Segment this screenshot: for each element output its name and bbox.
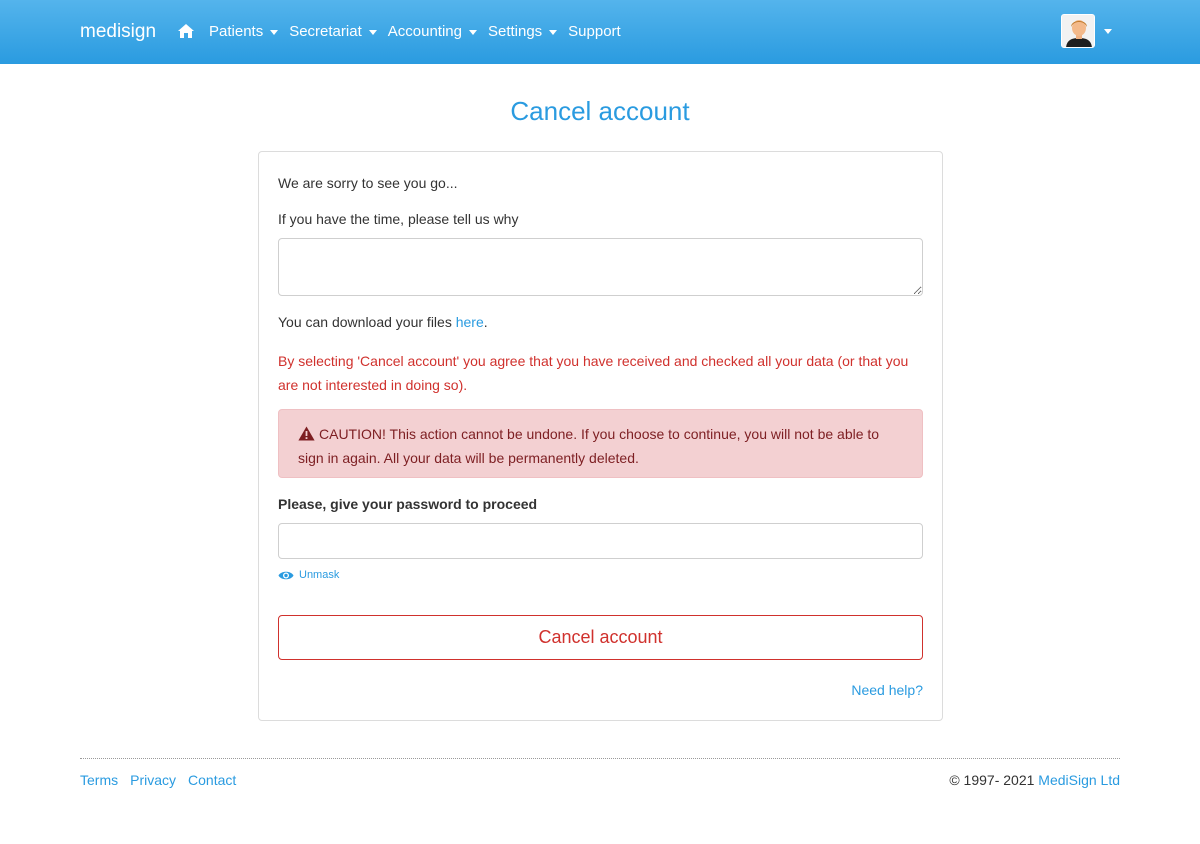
company-link[interactable]: MediSign Ltd <box>1038 772 1120 788</box>
nav-item-label: Accounting <box>387 23 462 40</box>
nav-item-accounting[interactable]: Accounting <box>388 23 477 41</box>
chevron-down-icon <box>368 29 377 35</box>
copyright-text: © 1997- 2021 <box>949 772 1039 788</box>
footer-divider <box>80 758 1120 759</box>
page-title: Cancel account <box>510 96 690 126</box>
agreement-text: By selecting 'Cancel account' you agree … <box>278 353 909 393</box>
footer-link-privacy[interactable]: Privacy <box>130 770 176 790</box>
nav-item-label: Settings <box>487 23 543 40</box>
unmask-toggle[interactable]: Unmask <box>278 568 339 582</box>
nav-item-label: Patients <box>209 23 264 40</box>
nav-item-label: Secretariat <box>289 23 362 40</box>
nav-item-settings[interactable]: Settings <box>487 23 558 41</box>
warning-triangle-icon <box>298 426 315 441</box>
footer-link-contact[interactable]: Contact <box>188 770 236 790</box>
chevron-down-icon <box>549 29 558 35</box>
footer-links: Terms Privacy Contact <box>80 770 248 790</box>
chevron-down-icon <box>468 29 477 35</box>
user-menu[interactable] <box>1061 14 1112 48</box>
password-field[interactable] <box>278 523 923 559</box>
download-label: You can download your files <box>278 314 456 330</box>
cancel-account-card: We are sorry to see you go... If you hav… <box>258 151 943 721</box>
footer-link-terms[interactable]: Terms <box>80 770 118 790</box>
caution-text: CAUTION! This action cannot be undone. I… <box>298 426 880 466</box>
cancel-account-button[interactable]: Cancel account <box>278 615 923 660</box>
nav-item-patients[interactable]: Patients <box>209 23 279 41</box>
home-icon[interactable] <box>177 23 195 39</box>
user-avatar-icon[interactable] <box>1061 14 1095 48</box>
copyright: © 1997- 2021 MediSign Ltd <box>949 770 1120 790</box>
top-navbar: medisign Patients Secretariat Accounting… <box>0 0 1200 64</box>
reason-textarea[interactable] <box>278 238 923 296</box>
chevron-down-icon <box>270 29 279 35</box>
eye-icon <box>278 571 294 579</box>
download-files-link[interactable]: here <box>456 314 484 330</box>
download-text: You can download your files here. <box>278 312 488 332</box>
nav-item-secretariat[interactable]: Secretariat <box>289 23 377 41</box>
sorry-text: We are sorry to see you go... <box>278 175 458 191</box>
chevron-down-icon <box>1104 28 1112 34</box>
nav-item-support[interactable]: Support <box>568 23 621 41</box>
caution-alert: CAUTION! This action cannot be undone. I… <box>278 409 923 478</box>
brand-logo[interactable]: medisign <box>80 20 156 44</box>
password-label: Please, give your password to proceed <box>278 496 538 512</box>
reason-label: If you have the time, please tell us why <box>278 211 519 227</box>
download-suffix: . <box>483 314 488 330</box>
unmask-label: Unmask <box>299 569 340 581</box>
main-nav: Patients Secretariat Accounting Settings… <box>177 22 632 42</box>
nav-item-label: Support <box>568 23 621 40</box>
need-help-link[interactable]: Need help? <box>851 680 923 700</box>
